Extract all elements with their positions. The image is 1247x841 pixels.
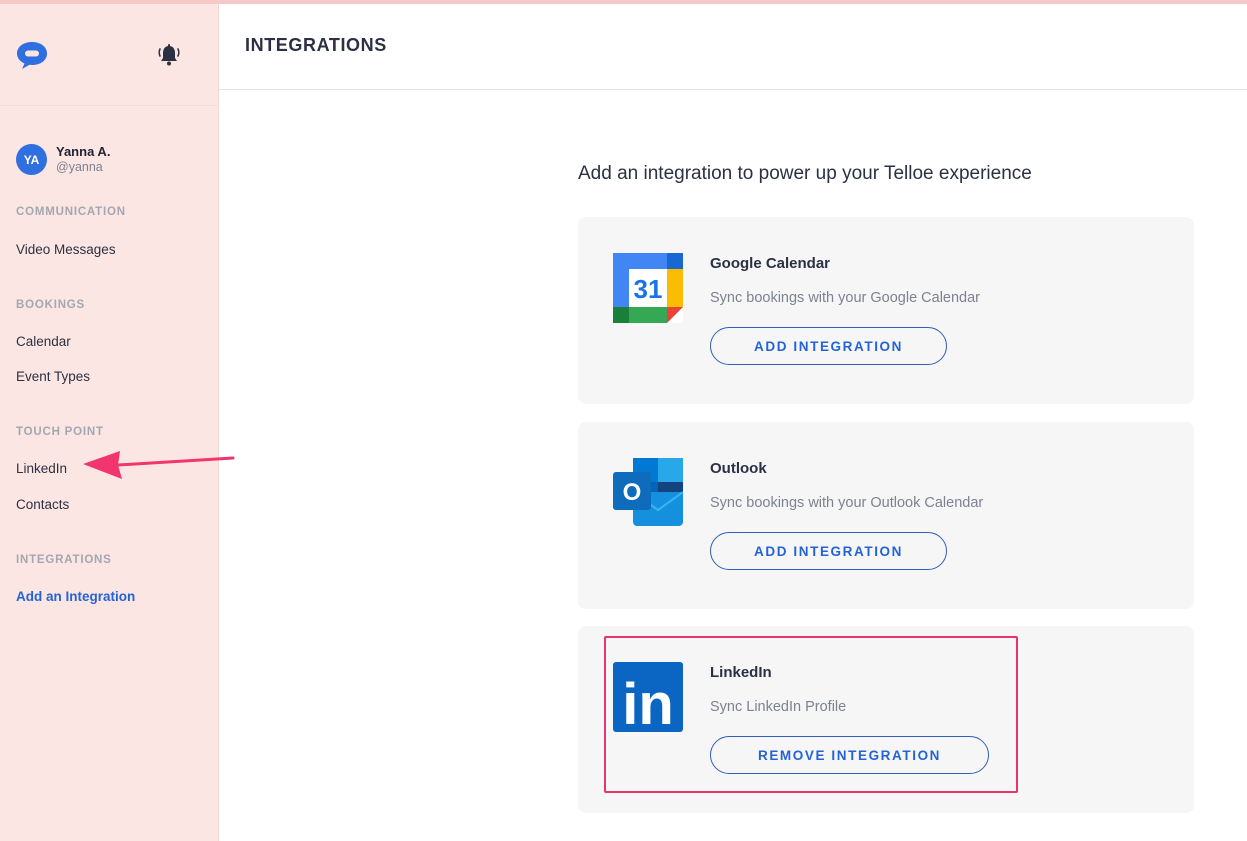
section-title-touch-point: TOUCH POINT bbox=[16, 426, 104, 438]
user-name: Yanna A. bbox=[56, 144, 111, 159]
integration-name: Google Calendar bbox=[710, 255, 831, 272]
integration-description: Sync LinkedIn Profile bbox=[710, 699, 847, 715]
annotation-arrow-icon bbox=[83, 451, 235, 479]
integration-description: Sync bookings with your Google Calendar bbox=[710, 290, 981, 306]
notification-bell-icon[interactable] bbox=[156, 42, 182, 68]
google-calendar-icon: 31 bbox=[613, 253, 683, 323]
intro-text: Add an integration to power up your Tell… bbox=[578, 163, 1032, 184]
integration-card-outlook: O Outlook Sync bookings with your Outloo… bbox=[578, 422, 1194, 609]
section-title-communication: COMMUNICATION bbox=[16, 206, 126, 218]
linkedin-letters: in bbox=[622, 672, 674, 732]
add-integration-button[interactable]: ADD INTEGRATION bbox=[710, 532, 947, 570]
outlook-letter: O bbox=[623, 479, 642, 506]
google-calendar-day: 31 bbox=[634, 274, 663, 304]
outlook-icon: O bbox=[613, 458, 683, 526]
sidebar-item-calendar[interactable]: Calendar bbox=[16, 334, 71, 349]
section-title-integrations: INTEGRATIONS bbox=[16, 554, 112, 566]
integration-card-google-calendar: 31 Google Calendar Sync bookings with yo… bbox=[578, 217, 1194, 404]
user-handle: @yanna bbox=[56, 160, 103, 174]
page-title: INTEGRATIONS bbox=[245, 35, 387, 55]
sidebar-header bbox=[0, 4, 219, 106]
telloe-logo-icon[interactable] bbox=[16, 40, 48, 70]
sidebar-item-event-types[interactable]: Event Types bbox=[16, 369, 90, 384]
avatar[interactable]: YA bbox=[16, 144, 47, 175]
sidebar: YA Yanna A. @yanna COMMUNICATION Video M… bbox=[0, 4, 219, 841]
linkedin-icon: in bbox=[613, 662, 683, 732]
integration-name: LinkedIn bbox=[710, 664, 772, 681]
integration-card-linkedin: in LinkedIn Sync LinkedIn Profile REMOVE… bbox=[578, 626, 1194, 813]
sidebar-item-add-integration[interactable]: Add an Integration bbox=[16, 589, 135, 604]
add-integration-button[interactable]: ADD INTEGRATION bbox=[710, 327, 947, 365]
sidebar-item-contacts[interactable]: Contacts bbox=[16, 497, 69, 512]
sidebar-item-video-messages[interactable]: Video Messages bbox=[16, 242, 116, 257]
section-title-bookings: BOOKINGS bbox=[16, 299, 86, 311]
integration-name: Outlook bbox=[710, 460, 767, 477]
sidebar-item-linkedin[interactable]: LinkedIn bbox=[16, 461, 67, 476]
page-header: INTEGRATIONS bbox=[219, 4, 1247, 90]
remove-integration-button[interactable]: REMOVE INTEGRATION bbox=[710, 736, 989, 774]
integration-description: Sync bookings with your Outlook Calendar bbox=[710, 495, 984, 511]
